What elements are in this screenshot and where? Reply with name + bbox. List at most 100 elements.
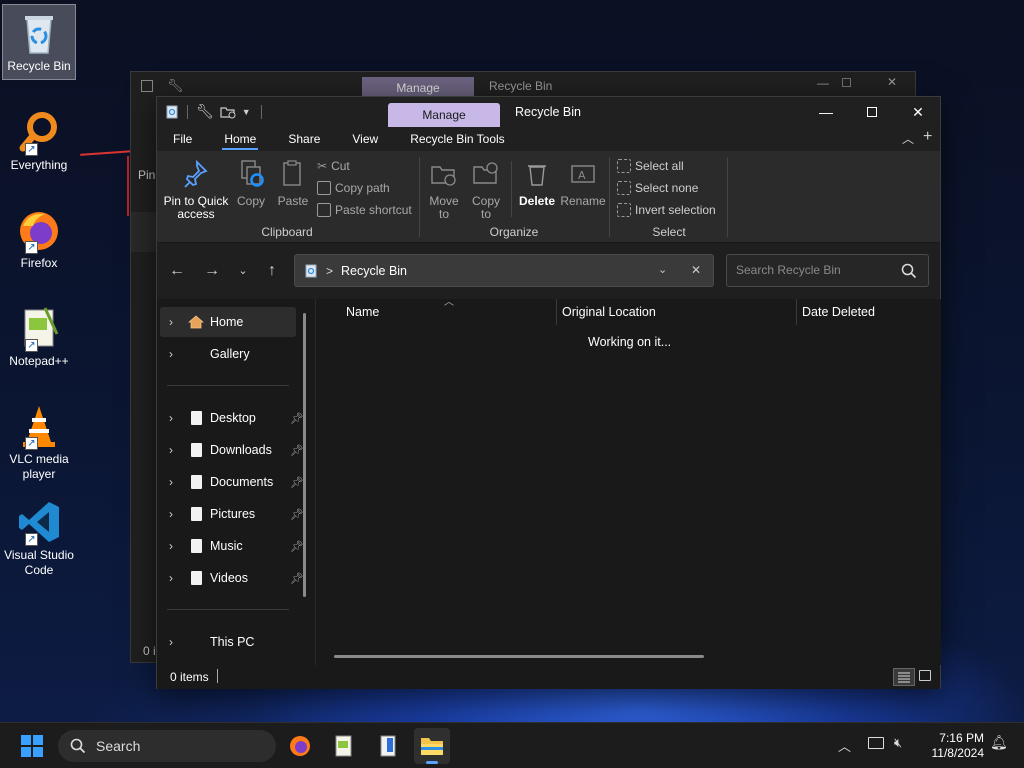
tab-file[interactable]: File [157,127,208,151]
nav-item-home[interactable]: › Home [160,307,296,337]
column-header-original-location[interactable]: Original Location [562,299,794,325]
chevron-right-icon[interactable]: › [160,475,182,489]
tab-home[interactable]: Home [208,127,272,151]
desktop-folder-icon [190,411,202,425]
nav-item-music[interactable]: › Music 📌︎ [160,531,304,561]
desktop-icon-recycle-bin[interactable]: Recycle Bin [2,4,76,80]
taskbar-file-explorer[interactable] [414,728,450,764]
start-button[interactable] [14,728,50,764]
help-plus-icon[interactable]: + [923,128,932,146]
invert-selection-button[interactable]: Invert selection [617,203,716,217]
chevron-right-icon[interactable]: › [160,443,182,457]
organize-group-label: Organize [489,225,539,239]
pinned-icon: 📌︎ [290,444,304,457]
paste-shortcut-button[interactable]: Paste shortcut [317,203,412,217]
cut-button[interactable]: ✂︎ Cut [317,159,350,173]
nav-item-pictures[interactable]: › Pictures 📌︎ [160,499,304,529]
customize-qat-chevron-icon[interactable]: ▼ [242,107,251,117]
wrench-icon: 🔧︎ [167,78,184,93]
large-icons-view-icon[interactable] [919,670,931,681]
properties-wrench-icon[interactable]: 🔧︎ [196,103,214,120]
move-to-button[interactable]: Move to [425,157,463,221]
show-hidden-icons-chevron-icon[interactable]: ︿ [838,736,851,755]
music-folder-icon [190,539,202,553]
forward-button[interactable]: → [200,259,224,283]
maximize-icon[interactable]: ☐ [841,76,852,90]
volume-muted-icon[interactable]: 🔇︎ [894,735,902,751]
nav-item-gallery[interactable]: › Gallery [160,339,296,369]
desktop-icon-vscode[interactable]: ↗ Visual Studio Code [2,494,76,577]
nav-item-desktop[interactable]: › Desktop 📌︎ [160,403,304,433]
copy-path-button[interactable]: Copy path [317,181,390,195]
recent-locations-button[interactable]: ⌄ [231,259,255,283]
tab-view[interactable]: View [336,127,394,151]
taskbar-app[interactable] [370,728,406,764]
minimize-icon: — [819,104,833,120]
clock[interactable]: 7:16 PM 11/8/2024 [920,731,985,761]
delete-button[interactable]: Delete [517,157,557,208]
taskbar-notepadpp[interactable] [326,728,362,764]
collapse-ribbon-chevron-icon[interactable]: ︿ [902,130,914,147]
select-group: Select all Select none Invert selection … [611,151,727,243]
desktop-icon-vlc[interactable]: ↗ VLC media player [2,398,76,481]
notepadpp-icon [335,735,352,757]
close-icon[interactable]: ✕ [887,75,897,89]
column-header-date-deleted[interactable]: Date Deleted [802,299,940,325]
clear-address-icon[interactable]: ✕ [691,263,701,277]
select-none-button[interactable]: Select none [617,181,698,195]
search-icon[interactable] [901,263,917,279]
rename-button[interactable]: A Rename [560,157,606,208]
details-view-button[interactable] [893,668,915,686]
chevron-right-icon[interactable]: › [160,571,182,585]
back-button[interactable]: ← [165,259,189,283]
copy-to-button[interactable]: Copy to [467,157,505,221]
new-folder-icon[interactable] [220,105,236,119]
notification-bell-icon[interactable]: 🔔︎ [990,734,1008,751]
taskbar-search[interactable]: Search [58,730,276,762]
shortcut-arrow-icon: ↗ [25,339,38,352]
tab-share[interactable]: Share [272,127,336,151]
horizontal-scrollbar[interactable] [334,655,704,658]
navigation-pane-scrollbar[interactable] [303,313,306,597]
network-icon[interactable] [868,737,884,749]
chevron-right-icon[interactable]: › [160,539,182,553]
tab-recycle-bin-tools[interactable]: Recycle Bin Tools [394,127,521,151]
taskbar-firefox[interactable] [282,728,318,764]
chevron-right-icon[interactable]: › [160,347,182,361]
nav-item-documents[interactable]: › Documents 📌︎ [160,467,304,497]
chevron-right-icon[interactable]: › [160,507,182,521]
this-pc-icon [188,634,204,650]
nav-item-videos[interactable]: › Videos 📌︎ [160,563,304,593]
desktop-icon-everything[interactable]: ↗ Everything [2,104,76,180]
desktop-icon-notepadpp[interactable]: ↗ Notepad++ [2,300,76,376]
clipboard-group-label: Clipboard [261,225,313,239]
nav-item-downloads[interactable]: › Downloads 📌︎ [160,435,304,465]
pinned-icon: 📌︎ [290,572,304,585]
select-all-button[interactable]: Select all [617,159,684,173]
chevron-right-icon[interactable]: › [160,635,182,649]
maximize-button[interactable] [849,97,895,127]
close-button[interactable]: ✕ [895,97,941,127]
rename-icon: A [571,165,595,183]
chevron-right-icon[interactable]: › [160,315,182,329]
manage-contextual-tab[interactable]: Manage [388,103,500,127]
search-box[interactable] [726,254,929,287]
minimize-icon[interactable]: — [817,76,829,90]
move-folder-icon [431,166,456,186]
chevron-right-icon[interactable]: › [160,411,182,425]
pictures-folder-icon [190,507,202,521]
paste-button[interactable]: Paste [275,157,311,208]
address-dropdown-chevron-icon[interactable]: ⌄ [658,263,667,276]
copy-button[interactable]: Copy [233,157,269,208]
nav-item-this-pc[interactable]: › This PC [160,627,296,657]
column-header-name[interactable]: Name [346,299,554,325]
breadcrumb-recycle-bin[interactable]: Recycle Bin [341,264,407,278]
explorer-window[interactable]: 🔧︎ ▼ Manage Recycle Bin — ✕ File Home Sh… [156,96,941,689]
pin-to-quick-access-button[interactable]: Pin to Quick access [163,157,229,221]
breadcrumb-separator[interactable]: > [326,264,333,278]
up-button[interactable]: ↑ [260,259,284,283]
search-input[interactable] [736,263,896,277]
desktop-icon-firefox[interactable]: ↗ Firefox [2,202,76,278]
address-bar[interactable]: > Recycle Bin ⌄ ✕ [294,254,714,287]
minimize-button[interactable]: — [803,97,849,127]
